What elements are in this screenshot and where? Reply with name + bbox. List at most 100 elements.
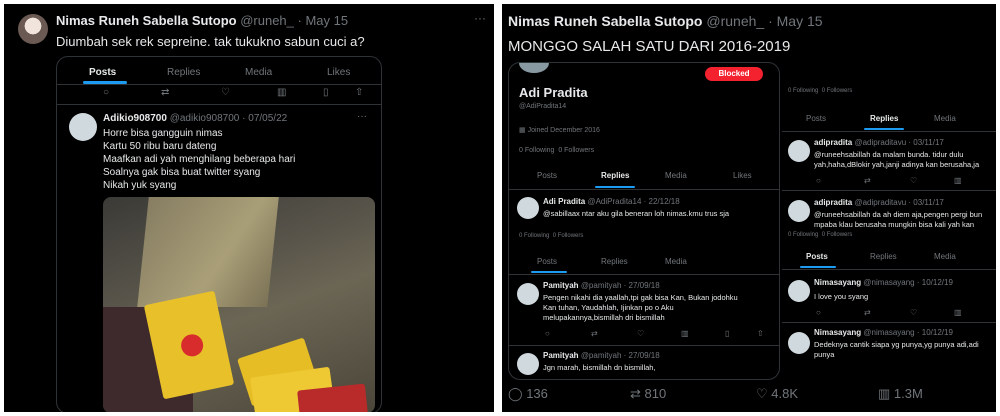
- tab-replies[interactable]: Replies: [601, 257, 628, 266]
- reply-handle[interactable]: @AdiPradita14: [587, 197, 641, 206]
- tab-replies[interactable]: Replies: [870, 114, 898, 123]
- tweet-date[interactable]: · May 15: [768, 13, 822, 29]
- post-avatar[interactable]: [517, 353, 539, 375]
- post-avatar[interactable]: [788, 332, 810, 354]
- reply-name[interactable]: Adi Pradita: [543, 197, 585, 206]
- divider: [782, 322, 996, 323]
- tweet-header: Nimas Runeh Sabella Sutopo @runeh_ · May…: [508, 13, 823, 31]
- tab-replies[interactable]: Replies: [870, 252, 897, 261]
- tab-posts[interactable]: Posts: [89, 67, 116, 78]
- reply-icon[interactable]: ○: [545, 329, 550, 338]
- reply-date[interactable]: · 03/11/17: [908, 198, 943, 207]
- reply-name[interactable]: adipradita: [814, 138, 852, 147]
- reply-avatar[interactable]: [788, 200, 810, 222]
- tab-media[interactable]: Media: [934, 252, 956, 261]
- followers-count[interactable]: 0 Followers: [553, 233, 584, 239]
- like-action[interactable]: ♡ 4.8K: [756, 386, 798, 402]
- more-options-icon[interactable]: ···: [474, 11, 486, 25]
- reply-handle[interactable]: @adipraditavu: [854, 138, 906, 147]
- post-avatar[interactable]: [788, 280, 810, 302]
- tab-media[interactable]: Media: [934, 114, 956, 123]
- profile-avatar[interactable]: [519, 63, 549, 73]
- post-date[interactable]: · 27/09/18: [624, 351, 660, 360]
- tab-posts[interactable]: Posts: [537, 171, 557, 180]
- views-icon[interactable]: ▥: [681, 329, 689, 338]
- followers-count[interactable]: 0 Followers: [558, 147, 594, 154]
- repost-icon[interactable]: ⇄: [161, 87, 169, 98]
- views-icon[interactable]: ▥: [954, 308, 962, 317]
- reply-handle[interactable]: @adipraditavu: [854, 198, 906, 207]
- author-name[interactable]: Nimas Runeh Sabella Sutopo: [508, 13, 702, 29]
- blocked-button[interactable]: Blocked: [705, 67, 763, 81]
- like-icon[interactable]: ♡: [910, 176, 917, 185]
- following-count[interactable]: 0 Following: [519, 147, 554, 154]
- tab-media[interactable]: Media: [245, 67, 272, 78]
- reply-date[interactable]: · 03/11/17: [908, 138, 943, 147]
- collage-image-1[interactable]: Blocked Adi Pradita @AdiPradita14 ▦ Join…: [508, 62, 780, 380]
- attached-photo[interactable]: [103, 197, 375, 412]
- tab-posts[interactable]: Posts: [806, 252, 828, 261]
- tab-posts[interactable]: Posts: [806, 114, 826, 123]
- post-handle[interactable]: @nimasayang: [863, 328, 914, 337]
- reply-action[interactable]: ◯ 136: [508, 386, 548, 402]
- inner-more-icon[interactable]: ···: [357, 111, 367, 122]
- inner-date[interactable]: · 07/05/22: [242, 113, 287, 124]
- collage-image-2[interactable]: 0 Following 0 Followers Posts Replies Me…: [782, 62, 996, 378]
- following-count[interactable]: 0 Following: [519, 233, 549, 239]
- author-name[interactable]: Nimas Runeh Sabella Sutopo: [56, 13, 237, 28]
- tab-replies[interactable]: Replies: [167, 67, 200, 78]
- embedded-image[interactable]: Posts Replies Media Likes ○ ⇄ ♡ ▥ ▯ ⇧ Ad…: [56, 56, 382, 412]
- post-date[interactable]: · 27/09/18: [624, 281, 660, 290]
- inner-avatar[interactable]: [69, 113, 97, 141]
- post-avatar[interactable]: [517, 283, 539, 305]
- like-icon[interactable]: ♡: [637, 329, 644, 338]
- reply-name[interactable]: adipradita: [814, 198, 852, 207]
- repost-count: 810: [644, 386, 667, 401]
- repost-icon[interactable]: ⇄: [864, 176, 871, 185]
- views-icon[interactable]: ▥: [277, 87, 286, 98]
- reply-icon[interactable]: ○: [103, 87, 109, 98]
- author-avatar[interactable]: [18, 14, 48, 44]
- followers-count[interactable]: 0 Followers: [822, 232, 853, 238]
- bookmark-icon[interactable]: ▯: [323, 87, 329, 98]
- tab-likes[interactable]: Likes: [733, 171, 752, 180]
- tab-likes[interactable]: Likes: [327, 67, 350, 78]
- tab-media[interactable]: Media: [665, 257, 687, 266]
- inner-handle[interactable]: @adikio908700: [170, 113, 240, 124]
- tab-media[interactable]: Media: [665, 171, 687, 180]
- following-count[interactable]: 0 Following: [788, 88, 818, 94]
- repost-action[interactable]: ⇄ 810: [630, 386, 666, 402]
- views-icon[interactable]: ▥: [954, 176, 962, 185]
- reply-avatar[interactable]: [517, 197, 539, 219]
- tab-replies[interactable]: Replies: [601, 171, 629, 180]
- post-name[interactable]: Pamityah: [543, 351, 579, 360]
- reply-avatar[interactable]: [788, 140, 810, 162]
- reply-date[interactable]: · 22/12/18: [644, 197, 680, 206]
- reply-icon[interactable]: ○: [816, 308, 821, 317]
- post-name[interactable]: Nimasayang: [814, 328, 861, 337]
- calendar-icon: ▦: [519, 127, 528, 134]
- post-date[interactable]: · 10/12/19: [917, 328, 953, 337]
- post-handle[interactable]: @nimasayang: [863, 278, 914, 287]
- post-name[interactable]: Pamityah: [543, 281, 579, 290]
- following-count[interactable]: 0 Following: [788, 232, 818, 238]
- reply-icon[interactable]: ○: [816, 176, 821, 185]
- author-handle[interactable]: @runeh_: [240, 13, 294, 28]
- post-handle[interactable]: @pamityah: [581, 281, 622, 290]
- views-action[interactable]: ▥ 1.3M: [878, 386, 923, 402]
- followers-count[interactable]: 0 Followers: [822, 88, 853, 94]
- inner-name[interactable]: Adikio908700: [103, 113, 167, 124]
- post-date[interactable]: · 10/12/19: [917, 278, 953, 287]
- share-icon[interactable]: ⇧: [757, 329, 764, 338]
- post-name[interactable]: Nimasayang: [814, 278, 861, 287]
- like-icon[interactable]: ♡: [221, 87, 230, 98]
- repost-icon[interactable]: ⇄: [864, 308, 871, 317]
- like-icon[interactable]: ♡: [910, 308, 917, 317]
- tweet-date[interactable]: · May 15: [298, 13, 349, 28]
- author-handle[interactable]: @runeh_: [706, 13, 764, 29]
- bookmark-icon[interactable]: ▯: [725, 329, 729, 338]
- tab-posts[interactable]: Posts: [537, 257, 557, 266]
- repost-icon[interactable]: ⇄: [591, 329, 598, 338]
- post-handle[interactable]: @pamityah: [581, 351, 622, 360]
- share-icon[interactable]: ⇧: [355, 87, 363, 98]
